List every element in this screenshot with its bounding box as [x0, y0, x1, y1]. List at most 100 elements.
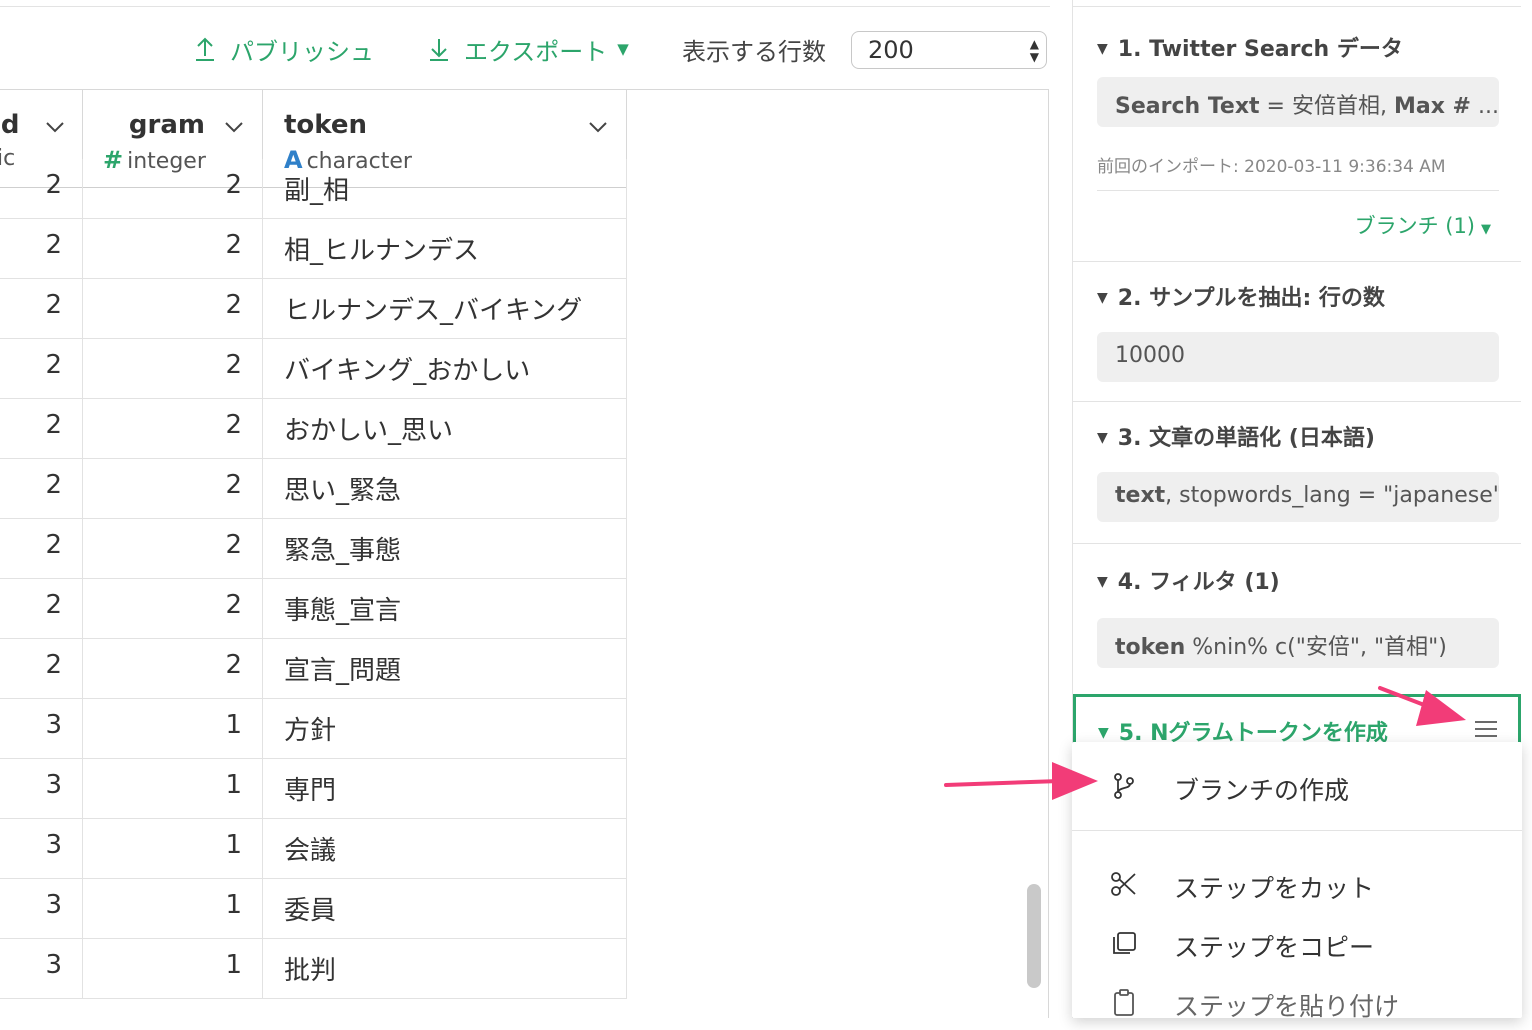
- cell-gram: 2: [83, 219, 263, 278]
- rows-count-value: 200: [868, 36, 914, 64]
- step-filter[interactable]: ▼ 4. フィルタ (1) token %nin% c("安倍", "首相"): [1073, 544, 1521, 696]
- cell-value: 2: [225, 650, 242, 680]
- data-pane: パブリッシュ エクスポート ▼ 表示する行数 200 ▲▼ id ric gra…: [0, 0, 1070, 1018]
- table-row: 2 2 おかしい_思い: [0, 399, 627, 459]
- scissors-icon: [1111, 872, 1136, 896]
- publish-button[interactable]: パブリッシュ: [194, 30, 374, 68]
- column-name: id: [0, 110, 20, 140]
- chevron-down-icon[interactable]: [589, 118, 607, 136]
- rows-count-label: 表示する行数: [682, 38, 826, 66]
- step-params[interactable]: 10000: [1097, 332, 1499, 382]
- cell-value: 宣言_問題: [284, 656, 402, 686]
- cell-value: 2: [45, 530, 62, 560]
- data-grid: id ric gram #integer token Acharacter 22…: [0, 89, 1049, 1018]
- cell-value: 思い_緊急: [284, 476, 402, 506]
- download-icon: [430, 39, 448, 61]
- cell-value: 会議: [284, 836, 337, 866]
- cell-value: 批判: [284, 956, 337, 986]
- table-row: 2 2 思い_緊急: [0, 459, 627, 519]
- step-ngram-active[interactable]: ▼ 5. Nグラムトークンを作成: [1073, 694, 1521, 746]
- cell-gram: 1: [83, 879, 263, 938]
- cell-value: 2: [225, 230, 242, 260]
- cell-token: 批判: [263, 939, 627, 998]
- cell-value: 2: [45, 350, 62, 380]
- chevron-down-icon[interactable]: [46, 118, 64, 136]
- step-title[interactable]: ▼ 2. サンプルを抽出: 行の数: [1097, 280, 1385, 312]
- divider: [1097, 190, 1499, 191]
- branch-dropdown[interactable]: ブランチ (1) ▼: [1355, 210, 1491, 240]
- cell-id: 2: [0, 459, 83, 518]
- step-title[interactable]: ▼ 3. 文章の単語化 (日本語): [1097, 420, 1375, 452]
- cell-value: 2: [225, 590, 242, 620]
- cell-token: 委員: [263, 879, 627, 938]
- table-row: 2 2 副_相: [0, 159, 627, 219]
- hamburger-menu-icon[interactable]: [1474, 719, 1498, 739]
- cell-token: 副_相: [263, 159, 627, 218]
- cell-value: 2: [225, 470, 242, 500]
- cell-gram: 2: [83, 159, 263, 218]
- cell-value: ヒルナンデス_バイキング: [284, 296, 583, 326]
- clipboard-icon: [1114, 989, 1134, 1016]
- cell-gram: 2: [83, 339, 263, 398]
- cell-token: 会議: [263, 819, 627, 878]
- cell-token: 緊急_事態: [263, 519, 627, 578]
- cell-value: 事態_宣言: [284, 596, 402, 626]
- cell-token: 方針: [263, 699, 627, 758]
- menu-item-create-branch[interactable]: ブランチの作成: [1072, 758, 1522, 814]
- stepper-arrows-icon: ▲ ▼: [1029, 37, 1039, 64]
- menu-item-copy-step[interactable]: ステップをコピー: [1072, 915, 1522, 971]
- cell-gram: 1: [83, 819, 263, 878]
- table-row: 2 2 相_ヒルナンデス: [0, 219, 627, 279]
- cell-value: バイキング_おかしい: [284, 356, 531, 386]
- export-button[interactable]: エクスポート ▼: [428, 30, 629, 68]
- cell-gram: 2: [83, 579, 263, 638]
- cell-id: 2: [0, 639, 83, 698]
- cell-value: 2: [45, 650, 62, 680]
- copy-icon: [1113, 932, 1136, 954]
- cell-token: 専門: [263, 759, 627, 818]
- cell-value: 1: [225, 950, 242, 980]
- menu-label: ステップをカット: [1174, 874, 1375, 903]
- vertical-scrollbar[interactable]: [1027, 884, 1041, 988]
- step-params[interactable]: text, stopwords_lang = "japanese": [1097, 472, 1499, 522]
- collapse-triangle-icon: ▼: [1097, 41, 1108, 57]
- cell-value: 委員: [284, 896, 337, 926]
- cell-token: 相_ヒルナンデス: [263, 219, 627, 278]
- caret-down-icon: ▼: [1481, 222, 1491, 237]
- step-title[interactable]: ▼ 1. Twitter Search データ: [1097, 31, 1403, 63]
- cell-value: 方針: [284, 716, 337, 746]
- step-twitter-search[interactable]: ▼ 1. Twitter Search データ Search Text = 安倍首…: [1073, 7, 1521, 262]
- step-params[interactable]: Search Text = 安倍首相, Max # ...: [1097, 77, 1499, 127]
- cell-token: 事態_宣言: [263, 579, 627, 638]
- cell-token: 宣言_問題: [263, 639, 627, 698]
- collapse-triangle-icon: ▼: [1097, 574, 1108, 590]
- step-params[interactable]: token %nin% c("安倍", "首相"): [1097, 618, 1499, 668]
- cell-token: バイキング_おかしい: [263, 339, 627, 398]
- table-row: 3 1 会議: [0, 819, 627, 879]
- cell-value: 2: [45, 230, 62, 260]
- rows-count-select[interactable]: 200 ▲ ▼: [851, 31, 1047, 69]
- chevron-down-icon[interactable]: [225, 118, 243, 136]
- column-name: token: [284, 110, 368, 140]
- cell-gram: 2: [83, 459, 263, 518]
- menu-item-cut-step[interactable]: ステップをカット: [1072, 856, 1522, 912]
- table-row: 2 2 ヒルナンデス_バイキング: [0, 279, 627, 339]
- caret-down-icon: ▼: [617, 40, 629, 58]
- cell-value: 2: [45, 170, 62, 200]
- cell-id: 2: [0, 339, 83, 398]
- step-tokenize[interactable]: ▼ 3. 文章の単語化 (日本語) text, stopwords_lang = …: [1073, 402, 1521, 544]
- cell-gram: 1: [83, 699, 263, 758]
- cell-value: 2: [45, 410, 62, 440]
- step-title[interactable]: ▼ 4. フィルタ (1): [1097, 564, 1280, 596]
- cell-gram: 1: [83, 939, 263, 998]
- cell-id: 2: [0, 579, 83, 638]
- cell-token: ヒルナンデス_バイキング: [263, 279, 627, 338]
- cell-value: 3: [45, 710, 62, 740]
- cell-value: 1: [225, 710, 242, 740]
- step-sample[interactable]: ▼ 2. サンプルを抽出: 行の数 10000: [1073, 262, 1521, 402]
- cell-token: 思い_緊急: [263, 459, 627, 518]
- menu-item-paste-step[interactable]: ステップを貼り付け: [1072, 974, 1522, 1030]
- cell-gram: 2: [83, 639, 263, 698]
- table-row: 2 2 バイキング_おかしい: [0, 339, 627, 399]
- cell-value: 3: [45, 830, 62, 860]
